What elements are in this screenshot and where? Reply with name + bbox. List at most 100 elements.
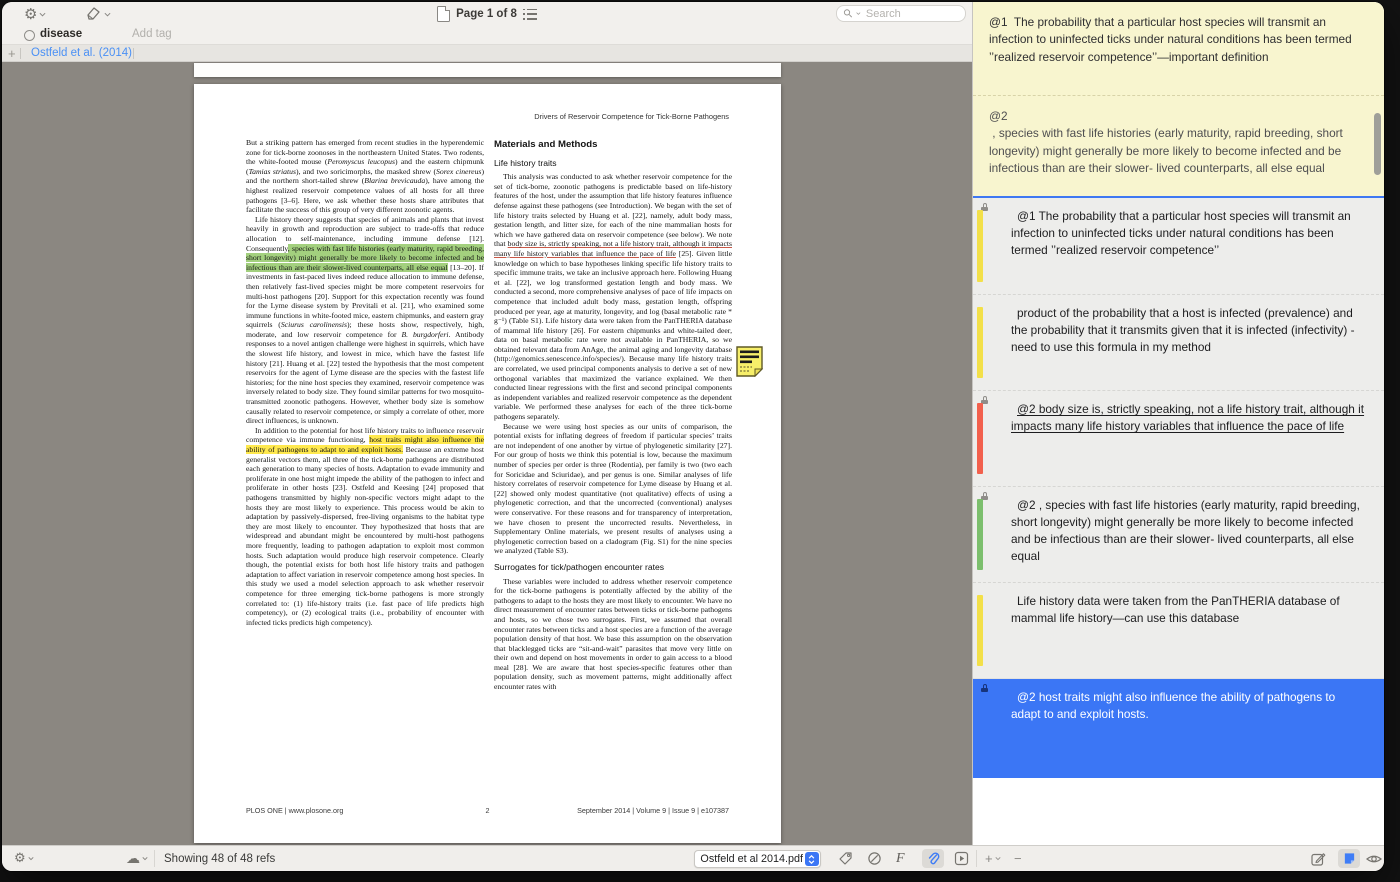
pdf-page: Drivers of Reservoir Competence for Tick… [194, 84, 781, 843]
tag-color-circle[interactable] [24, 30, 35, 41]
attached-file-name: Ostfeld et al 2014.pdf [695, 853, 805, 865]
section-heading: Surrogates for tick/pathogen encounter r… [494, 563, 732, 573]
chevron-down-icon [856, 11, 861, 16]
page-controls: Page 1 of 8 [2, 2, 972, 26]
page-footer: PLOS ONE | www.plosone.org 2 September 2… [246, 806, 729, 815]
refs-status: Showing 48 of 48 refs [164, 846, 275, 871]
annotation-text: Life history data were taken from the Pa… [1011, 593, 1368, 627]
tag-bar: disease Add tag [2, 26, 972, 44]
note-editor-1[interactable]: @1 The probability that a particular hos… [973, 2, 1384, 96]
annotation-text: @2 , species with fast life histories (e… [1011, 497, 1368, 565]
app-window: ⚙ Page 1 of 8 [2, 2, 1384, 871]
pdf-column-1: But a striking pattern has emerged from … [246, 138, 484, 692]
italic-text: Tamias striatus [249, 167, 296, 176]
body-text: These variables were included to address… [494, 577, 732, 692]
toolbar-separator [976, 850, 977, 867]
serif-f-icon: F [896, 851, 905, 867]
pdf-columns: But a striking pattern has emerged from … [246, 138, 732, 692]
footer-page-number: 2 [246, 806, 729, 815]
compose-icon [1310, 851, 1326, 867]
section-heading: Materials and Methods [494, 140, 732, 150]
reader-pane: ⚙ Page 1 of 8 [2, 2, 972, 845]
italic-text: Sorex cinereus [436, 167, 481, 176]
notes-panel-toggle[interactable] [1338, 846, 1360, 871]
body-text: This analysis was conducted to ask wheth… [494, 172, 732, 248]
annotation-list: @1 The probability that a particular hos… [973, 198, 1384, 778]
add-annotation-button[interactable]: + [985, 846, 1001, 871]
lock-icon [981, 684, 989, 693]
remove-annotation-button[interactable]: − [1014, 846, 1022, 871]
highlight-color-bar [977, 307, 983, 378]
eye-icon [1366, 853, 1382, 865]
compose-note-button[interactable] [1310, 846, 1326, 871]
body-text: . Antibody responses to a novel antigen … [246, 330, 484, 425]
list-item[interactable]: @2 , species with fast life histories (e… [973, 486, 1384, 582]
annotation-text: @2 host traits might also influence the … [1011, 689, 1368, 723]
list-item[interactable]: Life history data were taken from the Pa… [973, 582, 1384, 678]
page-thumbnail-icon [437, 6, 450, 22]
open-in-reader-button[interactable] [954, 846, 969, 871]
italic-text: Sciurus carolinensis [281, 320, 347, 329]
italic-text: Blarina brevicauda [364, 176, 425, 185]
cloud-sync-button[interactable]: ☁ [126, 846, 148, 871]
circled-slash-button[interactable] [867, 846, 882, 871]
chevron-down-icon [28, 856, 34, 861]
file-stepper-control[interactable] [805, 852, 819, 866]
tab-separator [20, 48, 21, 59]
tab-document[interactable]: Ostfeld et al. (2014) [31, 47, 132, 59]
panel-scrollbar[interactable] [1374, 113, 1381, 175]
preview-button[interactable] [1366, 846, 1382, 871]
top-toolbar: ⚙ Page 1 of 8 [2, 2, 972, 26]
list-item[interactable]: product of the probability that a host i… [973, 294, 1384, 390]
paperclip-icon [927, 852, 940, 866]
running-header: Drivers of Reservoir Competence for Tick… [246, 112, 729, 121]
body-text: [25]. Given little knowledge on which to… [494, 249, 732, 421]
annotation-text: @2 body size is, strictly speaking, not … [1011, 401, 1368, 435]
annotation-text: @1 The probability that a particular hos… [1011, 208, 1368, 259]
sticky-note-annotation-icon[interactable] [736, 346, 763, 377]
tab-separator [133, 48, 134, 59]
list-item[interactable]: @2 host traits might also influence the … [973, 678, 1384, 778]
tag-button[interactable] [838, 846, 853, 871]
attached-file-dropdown[interactable]: Ostfeld et al 2014.pdf [694, 850, 821, 868]
list-item[interactable]: @2 body size is, strictly speaking, not … [973, 390, 1384, 486]
highlight-color-bar [977, 499, 983, 570]
highlight-color-bar [977, 595, 983, 666]
chevron-down-icon [142, 856, 148, 861]
paragraph: These variables were included to address… [494, 577, 732, 692]
tag-label[interactable]: disease [40, 28, 82, 40]
chevron-down-icon [995, 856, 1001, 861]
sticky-note-icon [1343, 852, 1356, 865]
search-icon [843, 7, 853, 20]
gear-icon: ⚙ [14, 852, 26, 865]
search-field[interactable] [836, 5, 966, 22]
body-text: Because an extreme host generalist vecto… [246, 445, 484, 627]
paragraph: Life history theory suggests that specie… [246, 215, 484, 426]
annotation-text: product of the probability that a host i… [1011, 305, 1368, 356]
italic-text: B. burgdorferi [401, 330, 448, 339]
play-box-icon [954, 851, 969, 866]
paragraph: In addition to the potential for host li… [246, 426, 484, 627]
note-editor-2[interactable]: @2 , species with fast life histories (e… [973, 96, 1384, 196]
paragraph: But a striking pattern has emerged from … [246, 138, 484, 215]
font-button[interactable]: F [896, 846, 905, 871]
list-item[interactable]: @1 The probability that a particular hos… [973, 198, 1384, 294]
attachment-button[interactable] [922, 846, 944, 871]
add-tag-field[interactable]: Add tag [132, 28, 172, 40]
paragraph: This analysis was conducted to ask wheth… [494, 172, 732, 421]
add-tab-button[interactable]: + [8, 46, 16, 61]
section-heading: Life history traits [494, 159, 732, 169]
highlight-color-bar [977, 403, 983, 474]
pdf-page-previous-edge [194, 63, 781, 77]
page-indicator: Page 1 of 8 [456, 8, 517, 20]
tag-icon [838, 851, 853, 866]
pdf-viewport[interactable]: Drivers of Reservoir Competence for Tick… [2, 62, 972, 845]
paragraph: Because we were using host species as ou… [494, 422, 732, 556]
italic-text: Peromyscus leucopus [327, 157, 395, 166]
table-of-contents-icon[interactable] [523, 9, 537, 20]
bottom-toolbar: ⚙ ☁ Showing 48 of 48 refs Ostfeld et al … [2, 845, 1384, 871]
body-text: ), and two soricimorphs, the masked shre… [296, 167, 436, 176]
annotations-panel: @1 The probability that a particular hos… [972, 2, 1384, 845]
search-input[interactable] [864, 7, 959, 21]
settings-button-bottom[interactable]: ⚙ [14, 846, 34, 871]
